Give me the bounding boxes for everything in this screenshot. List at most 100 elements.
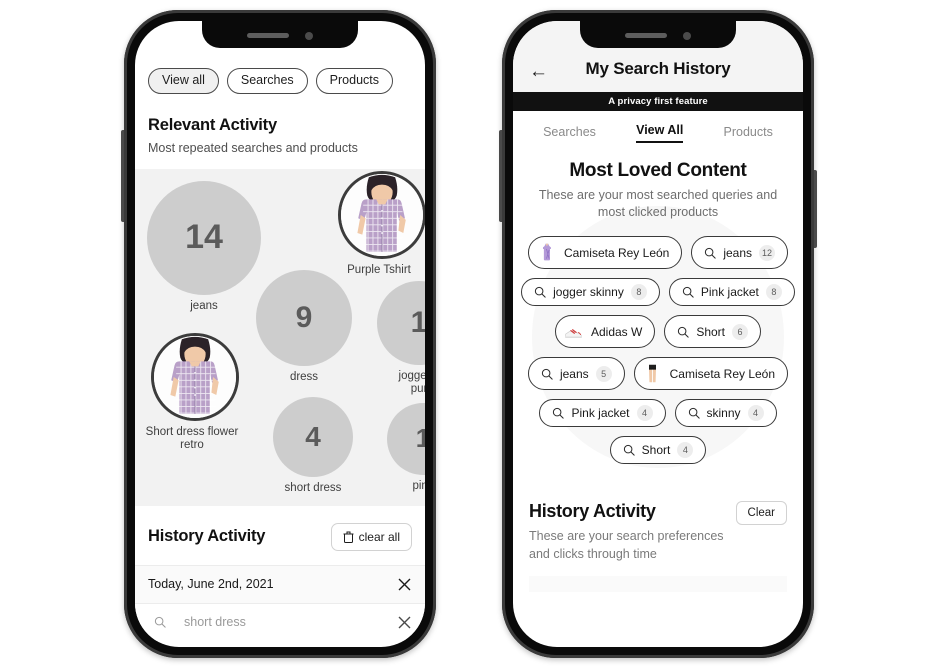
relevant-activity-subtitle: Most repeated searches and products — [148, 140, 358, 155]
tab-products[interactable]: Products — [724, 125, 773, 143]
product-tanktop-icon — [535, 242, 557, 263]
product-photo-dress — [154, 335, 236, 418]
bubble-label: pink — [412, 479, 425, 492]
filter-chip-searches[interactable]: Searches — [226, 68, 308, 94]
tab-searches[interactable]: Searches — [543, 125, 596, 143]
chip-label: Short — [641, 443, 671, 457]
chip-jogger-skinny[interactable]: jogger skinny 8 — [521, 278, 660, 306]
bubble-product[interactable]: Short dress flower retro — [146, 332, 239, 452]
chip-jeans[interactable]: jeans 12 — [691, 236, 789, 269]
search-icon — [541, 368, 553, 380]
page-title: My Search History — [585, 59, 731, 78]
chip-short[interactable]: Short 4 — [609, 436, 707, 464]
volume-button-right[interactable] — [499, 130, 502, 222]
history-list-divider — [529, 576, 787, 592]
chip-pink-jacket[interactable]: Pink jacket 8 — [668, 278, 795, 306]
bubble-label: short dress — [284, 481, 342, 494]
search-icon — [154, 617, 166, 628]
phone-mockup-right: ← My Search History A privacy first feat… — [499, 10, 817, 658]
relevant-activity-title: Relevant Activity — [148, 115, 277, 134]
clear-all-label: clear all — [358, 529, 400, 544]
chip-label: skinny — [706, 406, 741, 420]
privacy-banner: A privacy first feature — [513, 92, 803, 111]
bubble-search-count[interactable]: 9 dress — [256, 269, 352, 384]
history-query-row[interactable]: short dress — [135, 602, 425, 641]
chip-count-badge: 6 — [732, 323, 749, 340]
bubble-circle: 9 — [256, 269, 352, 366]
chip-label: Adidas W — [590, 324, 643, 339]
chip-pink-jacket[interactable]: Pink jacket 4 — [539, 399, 666, 427]
chip-row: Pink jacket 4 skinny 4 — [523, 399, 793, 427]
bubble-search-count[interactable]: 1 jogger s pur — [377, 280, 425, 396]
search-icon — [678, 326, 689, 338]
history-activity-section: History Activity Clear These are your se… — [513, 485, 803, 592]
bubble-circle: 4 — [273, 396, 353, 477]
bubble-circle — [338, 170, 425, 259]
bubble-circle — [151, 332, 239, 421]
chip-skinny[interactable]: skinny 4 — [674, 399, 777, 427]
chip-count-badge: 4 — [677, 442, 694, 458]
tab-view-all[interactable]: View All — [636, 123, 684, 143]
most-loved-section-header: Most Loved Content These are your most s… — [513, 143, 803, 220]
chip-adidas-w[interactable]: Adidas W — [554, 315, 656, 348]
relevant-activity-section: Relevant Activity Most repeated searches… — [135, 94, 425, 169]
history-query-label: short dress — [184, 615, 246, 630]
history-activity-header: History Activity clear all — [135, 505, 425, 565]
chip-short[interactable]: Short 6 — [664, 315, 762, 348]
clear-button[interactable]: Clear — [735, 501, 787, 525]
bubble-label: dress — [289, 370, 319, 383]
search-icon — [682, 286, 694, 298]
bubble-search-count[interactable]: 14 jeans — [147, 180, 261, 313]
chip-row: Short 4 — [523, 436, 793, 464]
bubble-circle: 14 — [147, 180, 261, 295]
most-loved-subtitle: These are your most searched queries and… — [538, 188, 778, 219]
speaker-slot-icon — [625, 33, 667, 38]
bubble-search-count[interactable]: 1 pink — [387, 402, 425, 493]
chip-camiseta-rey-león[interactable]: Camiseta Rey León — [633, 357, 789, 390]
filter-chip-products[interactable]: Products — [315, 68, 394, 94]
history-activity-subtitle: These are your search preferences and cl… — [529, 529, 724, 561]
search-icon — [534, 286, 546, 298]
close-icon[interactable] — [397, 577, 412, 592]
filter-chip-view-all[interactable]: View all — [148, 68, 219, 94]
clear-all-button[interactable]: clear all — [330, 522, 412, 551]
speaker-slot-icon — [247, 33, 289, 38]
chip-label: jogger skinny — [553, 285, 624, 299]
chip-row: Camiseta Rey León jeans 12 — [523, 236, 793, 269]
history-date-row[interactable]: Today, June 2nd, 2021 — [135, 564, 425, 603]
search-icon — [688, 407, 700, 419]
arrow-left-icon[interactable]: ← — [529, 62, 548, 81]
bubble-circle: 1 — [387, 402, 425, 475]
bubble-label: Short dress flower retro — [145, 425, 239, 451]
chip-count-badge: 4 — [747, 405, 764, 421]
bubble-product[interactable]: Purple Tshirt — [338, 170, 425, 277]
chip-count-badge: 8 — [630, 284, 647, 300]
chip-label: Short — [696, 324, 726, 339]
history-activity-title: History Activity — [148, 527, 266, 546]
chip-row: jogger skinny 8 Pink jacket 8 — [521, 278, 795, 306]
search-icon — [705, 247, 717, 259]
power-button-right[interactable] — [814, 170, 817, 248]
bubble-search-count[interactable]: 4 short dress — [273, 396, 353, 495]
chip-row: jeans 5 Camiseta Rey León — [523, 357, 793, 390]
history-activity-title: History Activity — [529, 501, 656, 521]
chip-label: Pink jacket — [571, 406, 630, 420]
chip-count-badge: 8 — [765, 284, 782, 300]
chip-row: Adidas W Short 6 — [523, 315, 793, 348]
search-icon — [623, 444, 635, 456]
chip-camiseta-rey-león[interactable]: Camiseta Rey León — [527, 236, 683, 269]
history-date-label: Today, June 2nd, 2021 — [148, 577, 274, 592]
chip-label: jeans — [723, 245, 753, 260]
front-camera-icon — [683, 31, 691, 40]
close-icon[interactable] — [397, 615, 412, 630]
bubble-label: jogger s pur — [398, 369, 425, 395]
volume-button-left[interactable] — [121, 130, 124, 222]
phone-mockup-left: View all Searches Products Relevant Activi… — [121, 10, 436, 658]
chip-label: Camiseta Rey León — [669, 366, 776, 381]
chip-label: Camiseta Rey León — [563, 245, 670, 260]
chip-jeans[interactable]: jeans 5 — [527, 357, 625, 390]
search-icon — [553, 407, 565, 419]
chip-count-badge: 5 — [595, 365, 612, 382]
phone-screen-right: ← My Search History A privacy first feat… — [513, 21, 803, 647]
phone-screen-left: View all Searches Products Relevant Activi… — [135, 21, 425, 647]
